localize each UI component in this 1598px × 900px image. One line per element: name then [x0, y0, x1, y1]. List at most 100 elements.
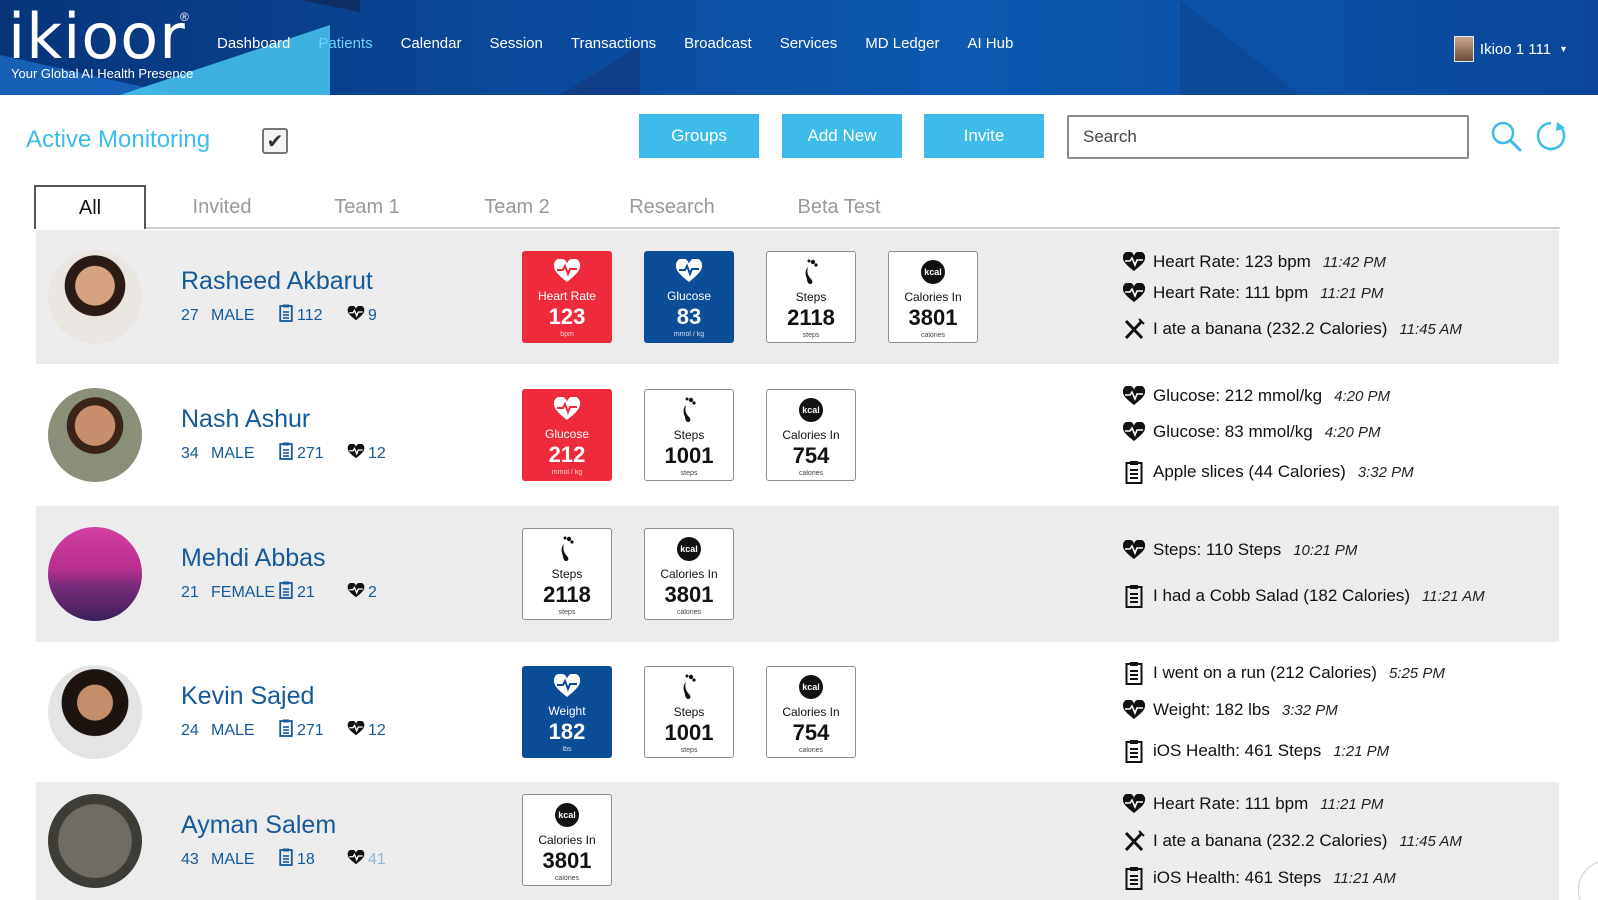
activity-item[interactable]: Heart Rate: 123 bpm 11:42 PM [1121, 252, 1386, 272]
invite-button[interactable]: Invite [924, 114, 1044, 158]
utensils-icon [1121, 830, 1147, 852]
groups-button[interactable]: Groups [639, 114, 759, 158]
nav-session[interactable]: Session [489, 35, 542, 52]
activity-time: 11:21 PM [1320, 284, 1384, 302]
nav-broadcast[interactable]: Broadcast [684, 35, 752, 52]
metric-label: Calories In [782, 705, 840, 719]
patient-sex: MALE [211, 444, 255, 462]
heart-count: 2 [368, 583, 377, 601]
patient-name[interactable]: Mehdi Abbas [181, 544, 326, 573]
activity-item[interactable]: iOS Health: 461 Steps 1:21 PM [1121, 739, 1389, 763]
scroll-handle[interactable] [1578, 860, 1598, 900]
metric-card[interactable]: Steps 1001 steps [644, 666, 734, 758]
metric-card[interactable]: kcal Calories In 3801 calories [522, 794, 612, 886]
metric-value: 754 [792, 443, 830, 468]
metric-card[interactable]: Steps 2118 steps [766, 251, 856, 343]
patient-row[interactable]: Kevin Sajed 24 MALE 271 12 Weight 182 lbs Steps 1… [36, 642, 1559, 782]
patient-avatar[interactable] [48, 794, 142, 888]
metric-card[interactable]: Steps 1001 steps [644, 389, 734, 481]
patient-avatar[interactable] [48, 388, 142, 482]
tab-all[interactable]: All [34, 185, 146, 229]
heart-pulse-icon [522, 395, 612, 423]
metric-card[interactable]: Steps 2118 steps [522, 528, 612, 620]
patient-row[interactable]: Nash Ashur 34 MALE 271 12 Glucose 212 mmol / kg… [36, 364, 1559, 506]
brand-logo[interactable]: ikioor ® Your Global AI Health Presence [8, 6, 194, 82]
patient-row[interactable]: Rasheed Akbarut 27 MALE 112 9 Heart Rate 123 bp… [36, 230, 1559, 364]
metric-label: Weight [548, 704, 586, 718]
activity-item[interactable]: Weight: 182 lbs 3:32 PM [1121, 700, 1338, 720]
footprint-icon [645, 396, 733, 424]
patient-row[interactable]: Ayman Salem 43 MALE 18 41 kcal Calories In 3801… [36, 782, 1559, 900]
metric-label: Steps [795, 290, 827, 304]
activity-text: I had a Cobb Salad (182 Calories) [1153, 586, 1411, 605]
active-monitoring-checkbox[interactable]: ✔ [262, 128, 288, 154]
clipboard-icon [279, 848, 293, 871]
activity-text: Heart Rate: 123 bpm [1153, 252, 1311, 271]
metric-card[interactable]: kcal Calories In 754 calories [766, 389, 856, 481]
tab-beta-test[interactable]: Beta Test [784, 185, 894, 229]
activity-item[interactable]: Glucose: 83 mmol/kg 4:20 PM [1121, 422, 1381, 442]
activity-item[interactable]: Glucose: 212 mmol/kg 4:20 PM [1121, 386, 1390, 406]
patient-row[interactable]: Mehdi Abbas 21 FEMALE 21 2 Steps 2118 steps kcal… [36, 506, 1559, 642]
tab-team-1[interactable]: Team 1 [317, 185, 417, 229]
nav-patients[interactable]: Patients [318, 35, 372, 52]
activity-item[interactable]: iOS Health: 461 Steps 11:21 AM [1121, 866, 1396, 890]
search-input[interactable] [1067, 115, 1469, 159]
tab-invited[interactable]: Invited [172, 185, 272, 229]
metric-card[interactable]: kcal Calories In 3801 calories [888, 251, 978, 343]
patient-avatar[interactable] [48, 527, 142, 621]
nav-dashboard[interactable]: Dashboard [217, 35, 290, 52]
tab-team-2[interactable]: Team 2 [467, 185, 567, 229]
top-navigation-bar: ikioor ® Your Global AI Health Presence … [0, 0, 1598, 95]
tab-research[interactable]: Research [617, 185, 727, 229]
add-new-button[interactable]: Add New [782, 114, 902, 158]
activity-time: 1:21 PM [1333, 742, 1390, 760]
metric-unit: calories [554, 875, 580, 882]
patient-name[interactable]: Kevin Sajed [181, 682, 314, 711]
clipboard-icon [279, 304, 293, 327]
metric-value: 3801 [908, 305, 958, 330]
activity-item[interactable]: Steps: 110 Steps 10:21 PM [1121, 540, 1357, 560]
clipboard-icon [1121, 866, 1147, 890]
heart-icon [1121, 422, 1147, 442]
activity-item[interactable]: Heart Rate: 111 bpm 11:21 PM [1121, 283, 1383, 303]
log-count: 21 [297, 583, 315, 601]
metric-unit: steps [558, 609, 576, 616]
metric-label: Heart Rate [537, 289, 597, 303]
patient-name[interactable]: Nash Ashur [181, 405, 310, 434]
heart-icon [1121, 252, 1147, 272]
activity-item[interactable]: I went on a run (212 Calories) 5:25 PM [1121, 661, 1445, 685]
activity-text: Heart Rate: 111 bpm [1153, 794, 1309, 813]
patient-name[interactable]: Ayman Salem [181, 811, 336, 840]
nav-calendar[interactable]: Calendar [401, 35, 462, 52]
activity-text: iOS Health: 461 Steps [1153, 741, 1322, 760]
nav-transactions[interactable]: Transactions [571, 35, 656, 52]
metric-card[interactable]: Glucose 83 mmol / kg [644, 251, 734, 343]
metric-card[interactable]: kcal Calories In 754 calories [766, 666, 856, 758]
metric-unit: bpm [560, 331, 574, 338]
patient-meta: 27 MALE 112 9 [181, 304, 377, 327]
nav-md-ledger[interactable]: MD Ledger [865, 35, 939, 52]
metric-unit: mmol / kg [551, 469, 583, 476]
metric-card[interactable]: Glucose 212 mmol / kg [522, 389, 612, 481]
metric-card[interactable]: Weight 182 lbs [522, 666, 612, 758]
tagline: Your Global AI Health Presence [11, 66, 194, 81]
activity-item[interactable]: I had a Cobb Salad (182 Calories) 11:21 A… [1121, 584, 1485, 608]
activity-item[interactable]: Heart Rate: 111 bpm 11:21 PM [1121, 794, 1383, 814]
metric-card[interactable]: kcal Calories In 3801 calories [644, 528, 734, 620]
user-menu[interactable]: Ikioo 1 111 ▼ [1453, 36, 1568, 62]
activity-item[interactable]: Apple slices (44 Calories) 3:32 PM [1121, 460, 1414, 484]
metric-card[interactable]: Heart Rate 123 bpm [522, 251, 612, 343]
filter-tabs: All Invited Team 1 Team 2 Research Beta … [34, 185, 1560, 229]
patient-avatar[interactable] [48, 250, 142, 344]
nav-ai-hub[interactable]: AI Hub [967, 35, 1013, 52]
patient-name[interactable]: Rasheed Akbarut [181, 267, 373, 296]
activity-item[interactable]: I ate a banana (232.2 Calories) 11:45 AM [1121, 318, 1462, 340]
search-icon[interactable] [1490, 120, 1522, 157]
heart-icon [347, 720, 365, 741]
nav-services[interactable]: Services [780, 35, 838, 52]
activity-item[interactable]: I ate a banana (232.2 Calories) 11:45 AM [1121, 830, 1462, 852]
patient-avatar[interactable] [48, 665, 142, 759]
refresh-icon[interactable] [1535, 120, 1567, 157]
heart-icon [1121, 540, 1147, 560]
